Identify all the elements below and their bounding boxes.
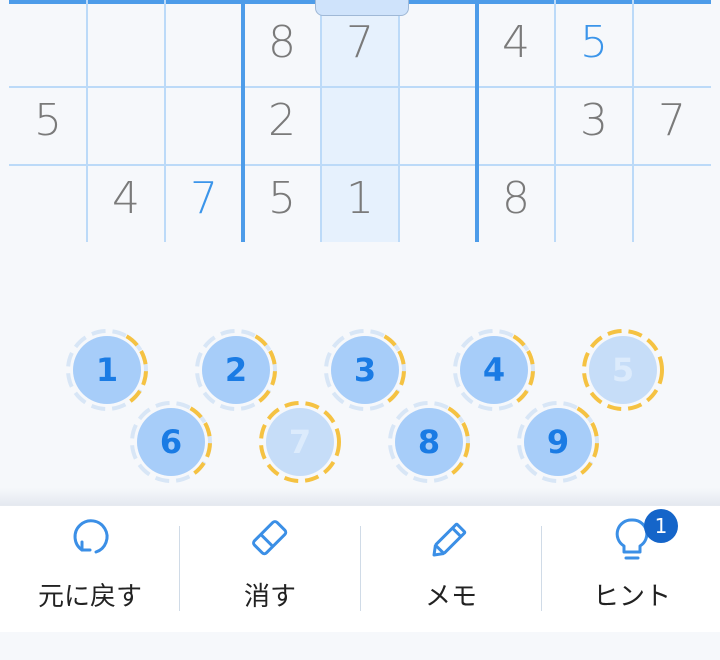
grid-col-line [164,0,166,242]
hint-label: ヒント [592,582,671,612]
sudoku-cell[interactable] [399,159,477,237]
number-button-1[interactable]: 1 [66,329,148,411]
sudoku-cell[interactable] [165,81,243,159]
number-button-label: 8 [395,408,463,476]
grid-row-line [9,86,711,88]
number-button-9[interactable]: 9 [517,401,599,483]
bottom-toolbar: 元に戻す 消す メモ 1 ヒント [0,505,720,632]
number-button-label: 6 [137,408,205,476]
grid-col-line [86,0,88,242]
grid-col-line [398,0,400,242]
grid-col-line [554,0,556,242]
grid-row-line [9,164,711,166]
number-button-8[interactable]: 8 [388,401,470,483]
sudoku-cell[interactable] [9,159,87,237]
sudoku-cell[interactable]: 5 [243,159,321,237]
number-button-3[interactable]: 3 [324,329,406,411]
sudoku-cell[interactable] [399,81,477,159]
grid-col-line [632,0,634,242]
sudoku-grid: 8745523747518 [9,0,711,242]
erase-label: 消す [243,582,296,612]
number-button-2[interactable]: 2 [195,329,277,411]
sudoku-cell[interactable] [555,159,633,237]
sudoku-cell[interactable]: 1 [321,159,399,237]
sudoku-cell[interactable]: 5 [9,81,87,159]
grid-col-line [320,0,322,242]
sudoku-cell[interactable]: 7 [633,81,711,159]
memo-label: メモ [424,582,477,612]
sudoku-cell[interactable] [321,81,399,159]
sudoku-cell[interactable] [87,3,165,81]
sudoku-cell[interactable]: 8 [243,3,321,81]
erase-button[interactable]: 消す [180,506,360,632]
sudoku-cell[interactable] [477,81,555,159]
sudoku-cell[interactable]: 8 [477,159,555,237]
undo-button[interactable]: 元に戻す [0,506,180,632]
undo-label: 元に戻す [37,582,142,612]
number-button-label: 1 [73,336,141,404]
number-button-4[interactable]: 4 [453,329,535,411]
number-button-7[interactable]: 7 [259,401,341,483]
sudoku-cell[interactable] [633,159,711,237]
sudoku-cell[interactable]: 5 [555,3,633,81]
sudoku-cell[interactable]: 4 [87,159,165,237]
number-button-label: 3 [331,336,399,404]
number-button-label: 7 [266,408,334,476]
number-button-5[interactable]: 5 [582,329,664,411]
pencil-icon [432,522,467,557]
sudoku-cell[interactable] [9,3,87,81]
number-button-label: 4 [460,336,528,404]
grid-box-line [475,0,479,242]
number-button-label: 5 [589,336,657,404]
sudoku-cell[interactable]: 7 [165,159,243,237]
number-button-label: 2 [202,336,270,404]
memo-button[interactable]: メモ [361,506,541,632]
sudoku-cell[interactable] [633,3,711,81]
eraser-icon [252,520,288,556]
number-button-6[interactable]: 6 [130,401,212,483]
sudoku-cell[interactable]: 3 [555,81,633,159]
sudoku-cell[interactable] [399,3,477,81]
sudoku-cell[interactable]: 4 [477,3,555,81]
undo-icon [73,519,109,554]
grid-box-line [241,0,245,242]
sudoku-cell[interactable] [165,3,243,81]
sudoku-cell[interactable] [87,81,165,159]
number-button-label: 9 [524,408,592,476]
hint-count-badge: 1 [644,509,678,543]
hint-button[interactable]: 1 ヒント [542,506,720,632]
sudoku-cell[interactable]: 2 [243,81,321,159]
top-handle [315,0,409,16]
